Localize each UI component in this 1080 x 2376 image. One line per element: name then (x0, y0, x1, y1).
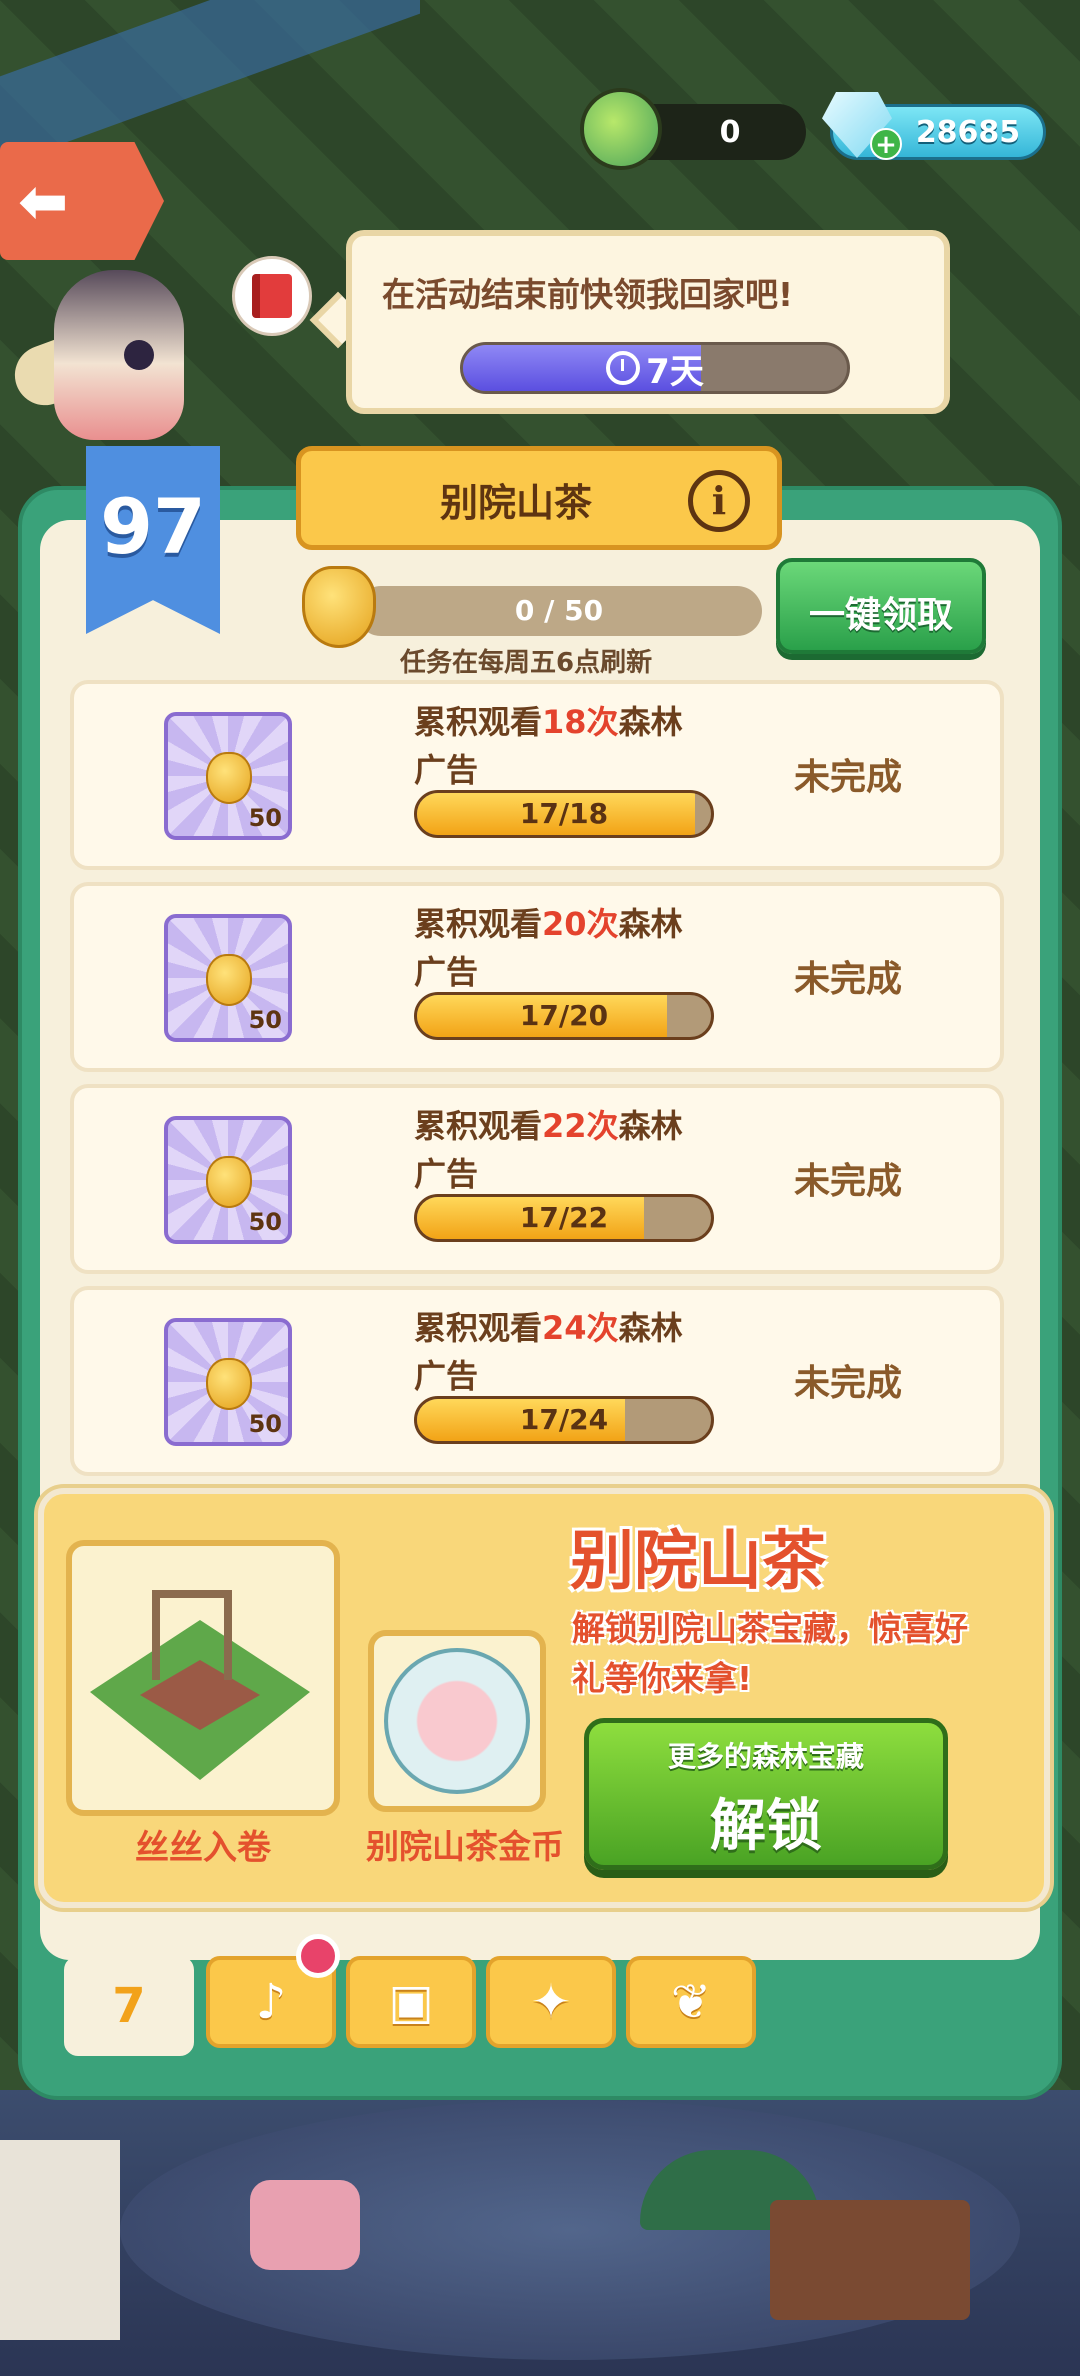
bell-icon: ♪ (255, 1974, 287, 2030)
task-title: 累积观看24次森林广告 (414, 1304, 684, 1400)
gold-bird-icon (206, 1358, 252, 1410)
unlock-button[interactable]: 更多的森林宝藏 解锁 (584, 1718, 948, 1870)
reward-item-decor-label: 丝丝入卷 (135, 1828, 271, 1868)
points-progress-text: 0 / 50 (514, 594, 604, 627)
task-title-prefix: 累积观看 (414, 1107, 543, 1145)
tab-calendar[interactable]: 7 (64, 1956, 194, 2056)
task-progress-text: 17/18 (519, 797, 609, 830)
task-reward-icon: 50 (164, 1116, 292, 1244)
clock-icon (606, 351, 641, 385)
character-eye (124, 340, 154, 370)
event-timer-text: 7天 (646, 351, 704, 392)
task-status: 未完成 (794, 757, 903, 798)
tickets-icon: ▣ (388, 1974, 434, 2030)
gold-bird-icon (206, 1156, 252, 1208)
garden-rack-image (152, 1590, 232, 1680)
gold-bird-icon (302, 566, 376, 648)
notification-dot (296, 1934, 340, 1978)
task-title-count: 22次 (542, 1107, 619, 1145)
calendar-icon: 7 (112, 1978, 146, 2034)
speech-text: 在活动结束前快领我回家吧! (382, 275, 794, 314)
gift-icon: ✦ (530, 1974, 572, 2030)
task-progress-bar: 17/20 (414, 992, 714, 1040)
event-character (6, 230, 214, 470)
task-status: 未完成 (794, 1363, 903, 1404)
task-reward-qty: 50 (248, 1410, 282, 1438)
task-title-count: 20次 (542, 905, 619, 943)
task-row: 50 累积观看24次森林广告 17/24 未完成 (70, 1286, 1004, 1476)
level-number: 97 (100, 482, 206, 571)
task-title-prefix: 累积观看 (414, 703, 543, 741)
task-progress-text: 17/20 (519, 999, 609, 1032)
story-book-button[interactable] (232, 256, 312, 336)
refresh-note: 任务在每周五6点刷新 (400, 648, 653, 678)
task-reward-icon: 50 (164, 914, 292, 1042)
promo-description: 解锁别院山茶宝藏，惊喜好礼等你来拿! (572, 1609, 968, 1698)
task-progress-bar: 17/22 (414, 1194, 714, 1242)
event-timer-bar: 7天 (460, 342, 850, 394)
task-progress-bar: 17/18 (414, 790, 714, 838)
tab-tickets[interactable]: ▣ (346, 1956, 476, 2048)
unlock-subtitle: 更多的森林宝藏 (667, 1740, 864, 1773)
add-gems-icon[interactable]: + (870, 128, 902, 160)
task-title: 累积观看20次森林广告 (414, 900, 684, 996)
gem-currency-value: 28685 (915, 114, 1021, 150)
map-cake-stand (250, 2180, 360, 2270)
promo-title: 别院山茶 (570, 1525, 826, 1599)
leaf-currency-value: 0 (719, 114, 741, 150)
map-food-cart (770, 2200, 970, 2320)
character-body (54, 270, 184, 440)
leaf-icon: ❦ (670, 1974, 712, 2030)
gold-bird-icon (206, 954, 252, 1006)
task-title-prefix: 累积观看 (414, 1309, 543, 1347)
task-status: 未完成 (794, 1161, 903, 1202)
task-title-prefix: 累积观看 (414, 905, 543, 943)
task-progress-text: 17/24 (519, 1403, 609, 1436)
task-row: 50 累积观看18次森林广告 17/18 未完成 (70, 680, 1004, 870)
claim-all-button[interactable]: 一键领取 (776, 558, 986, 654)
claim-all-label: 一键领取 (808, 595, 953, 636)
task-progress-text: 17/22 (519, 1201, 609, 1234)
tab-gift[interactable]: ✦ (486, 1956, 616, 2048)
task-reward-icon: 50 (164, 1318, 292, 1446)
task-reward-qty: 50 (248, 804, 282, 832)
unlock-label: 解锁 (710, 1794, 822, 1859)
map-house (0, 2140, 120, 2340)
gold-bird-icon (206, 752, 252, 804)
info-icon[interactable]: i (688, 470, 750, 532)
task-reward-qty: 50 (248, 1208, 282, 1236)
task-title: 累积观看18次森林广告 (414, 698, 684, 794)
task-reward-qty: 50 (248, 1006, 282, 1034)
task-progress-bar: 17/24 (414, 1396, 714, 1444)
task-title-count: 24次 (542, 1309, 619, 1347)
task-status: 未完成 (794, 959, 903, 1000)
task-title-count: 18次 (542, 703, 619, 741)
task-row: 50 累积观看20次森林广告 17/20 未完成 (70, 882, 1004, 1072)
task-row: 50 累积观看22次森林广告 17/22 未完成 (70, 1084, 1004, 1274)
reward-item-coin-label: 别院山茶金币 (366, 1827, 564, 1866)
back-arrow-icon: ⬅ (18, 167, 69, 237)
book-icon (252, 274, 292, 318)
task-reward-icon: 50 (164, 712, 292, 840)
tab-leaf[interactable]: ❦ (626, 1956, 756, 2048)
camellia-coin-icon (384, 1648, 530, 1794)
panel-title: 别院山茶 (439, 481, 592, 525)
leaf-sprite-icon (580, 88, 662, 170)
task-title: 累积观看22次森林广告 (414, 1102, 684, 1198)
